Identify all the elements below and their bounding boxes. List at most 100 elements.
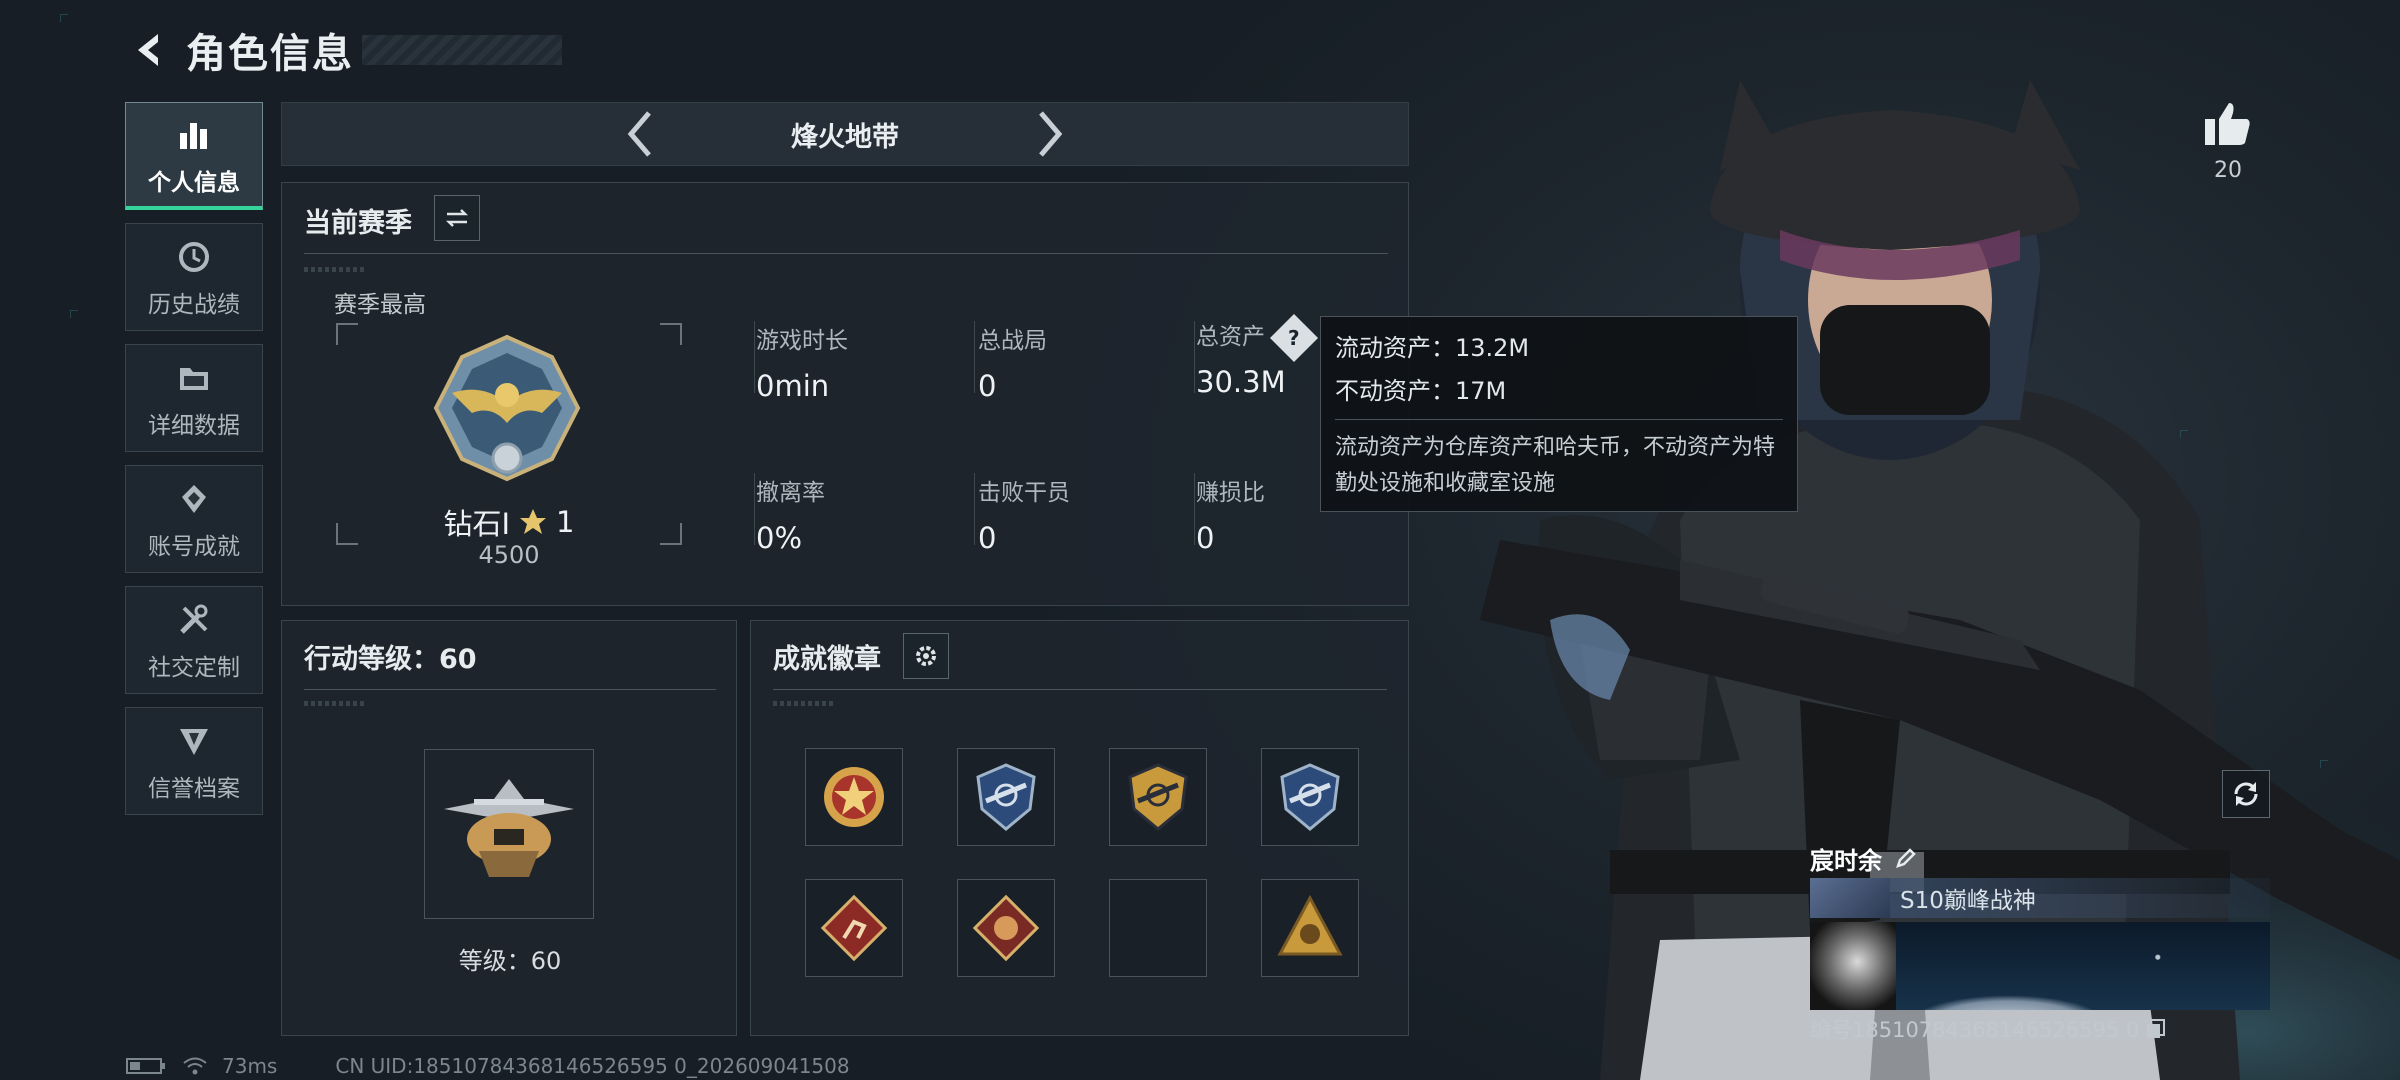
wing-shield-badge-icon [1280, 763, 1340, 831]
sidebar-item-label: 社交定制 [148, 655, 240, 681]
history-icon [172, 235, 216, 279]
copy-icon [2147, 1019, 2166, 1038]
copy-uid-button[interactable] [2145, 1018, 2167, 1040]
level-emblem-frame [424, 749, 594, 919]
stat-separator [974, 321, 975, 393]
season-panel: 当前赛季 赛季最高 钻石Ⅰ 1 4500 游戏时长 0min 总战局 0 总资产… [281, 182, 1409, 606]
panel-divider [773, 689, 1387, 690]
folder-icon [172, 356, 216, 400]
sidebar-item-achievements[interactable]: 账号成就 [125, 465, 263, 573]
stat-value: 0min [756, 369, 830, 403]
like-button[interactable] [2200, 96, 2256, 152]
status-bar: 73ms CN UID:18510784368146526595 0_20260… [126, 1054, 850, 1078]
tooltip-fixed-assets: 不动资产：17M [1335, 377, 1507, 405]
stat-value: 0% [756, 521, 803, 555]
rank-name: 钻石Ⅰ [443, 507, 511, 541]
sidebar-item-personal-info[interactable]: 个人信息 [125, 102, 263, 210]
stat-separator [1194, 473, 1195, 545]
star-icon [520, 509, 547, 534]
edit-name-button[interactable] [1894, 846, 1918, 870]
stat-value: 0 [978, 369, 997, 403]
back-button[interactable] [124, 22, 176, 78]
badges-title: 成就徽章 [773, 644, 881, 675]
achievement-icon [172, 477, 216, 521]
sidebar-item-social-custom[interactable]: 社交定制 [125, 586, 263, 694]
level-label: 等级：60 [458, 947, 562, 975]
player-uid: 编号18510784368146526595 0 [1810, 1018, 2140, 1042]
question-icon: ? [1288, 325, 1300, 350]
stat-label: 撤离率 [756, 480, 825, 506]
player-name-row: 宸时余 [1810, 838, 2270, 878]
badge-slot[interactable] [957, 879, 1055, 977]
gold-shield-badge-icon [1128, 763, 1188, 831]
pencil-icon [1896, 848, 1916, 868]
badge-slot[interactable] [957, 748, 1055, 846]
wifi-icon [183, 1057, 207, 1075]
star-medal-icon [824, 767, 884, 827]
stat-separator [754, 473, 755, 545]
panel-divider [304, 253, 1388, 254]
sidebar-item-label: 账号成就 [148, 534, 240, 560]
assets-tooltip: 流动资产：13.2M 不动资产：17M 流动资产为仓库资产和哈夫币，不动资产为特… [1320, 316, 1798, 512]
thumbs-up-icon [2205, 103, 2250, 145]
assets-help-button[interactable]: ? [1269, 313, 1319, 362]
badge-settings-button[interactable] [903, 633, 949, 679]
refresh-button[interactable] [2222, 770, 2270, 818]
panel-divider [304, 689, 716, 690]
stat-label: 游戏时长 [756, 328, 848, 354]
ping-value: 73ms [222, 1054, 278, 1078]
avatar[interactable] [1810, 922, 1896, 1010]
tools-icon [172, 598, 216, 642]
stat-play-time: 游戏时长 0min [756, 321, 848, 403]
tooltip-description: 流动资产为仓库资产和哈夫币，不动资产为特勤处设施和收藏室设施 [1335, 435, 1776, 496]
stat-value: 0 [978, 521, 997, 555]
grid-mark [70, 310, 78, 318]
gear-icon [916, 646, 936, 666]
next-mode-button[interactable] [1020, 104, 1080, 164]
sidebar-item-history[interactable]: 历史战绩 [125, 223, 263, 331]
chevron-right-icon [1039, 111, 1063, 157]
panel-decoration [773, 701, 833, 706]
page-title: 角色信息 [186, 31, 354, 77]
player-banner [1810, 922, 2270, 1010]
switch-season-button[interactable] [434, 195, 480, 241]
badge-slot-empty[interactable] [1109, 879, 1207, 977]
player-title-row: S10巅峰战神 [1810, 878, 2270, 918]
season-title: 当前赛季 [304, 208, 412, 239]
dragon-badge-icon [972, 894, 1040, 962]
badge-slot[interactable] [1261, 748, 1359, 846]
badge-slot[interactable] [1261, 879, 1359, 977]
sidebar-item-label: 个人信息 [148, 169, 240, 196]
stat-value: 0 [1196, 521, 1215, 555]
stat-label: 击败干员 [978, 480, 1070, 506]
rank-stars: 1 [556, 505, 575, 539]
stat-extraction-rate: 撤离率 0% [756, 473, 825, 555]
runner-badge-icon [820, 894, 888, 962]
wing-shield-badge-icon [976, 763, 1036, 831]
sidebar-item-credit-record[interactable]: 信誉档案 [125, 707, 263, 815]
stat-separator [754, 321, 755, 393]
badge-slot[interactable] [805, 748, 903, 846]
stat-total-assets: 总资产? 30.3M [1196, 313, 1319, 399]
action-level-panel: 行动等级：60 等级：60 [281, 620, 737, 1036]
player-name: 宸时余 [1810, 846, 1882, 875]
bar-chart-icon [172, 113, 216, 157]
action-level-title: 行动等级：60 [304, 644, 477, 675]
stat-operators-defeated: 击败干员 0 [978, 473, 1070, 555]
badge-slot[interactable] [1109, 748, 1207, 846]
rank-score: 4500 [478, 541, 540, 569]
stat-total-matches: 总战局 0 [978, 321, 1047, 403]
footer-uid: CN UID:18510784368146526595 0_2026090415… [335, 1054, 850, 1078]
panel-decoration [304, 701, 364, 706]
sidebar-item-label: 历史战绩 [148, 292, 240, 318]
title-decoration [362, 35, 562, 65]
badge-slot[interactable] [805, 879, 903, 977]
achievement-badges-panel: 成就徽章 [750, 620, 1409, 1036]
mode-title: 烽火地带 [791, 121, 899, 153]
back-arrow-icon [138, 34, 158, 66]
sidebar-item-detailed-data[interactable]: 详细数据 [125, 344, 263, 452]
prev-mode-button[interactable] [610, 104, 670, 164]
stat-label: 总战局 [978, 328, 1047, 354]
helicopter-emblem-icon [444, 779, 574, 877]
player-title: S10巅峰战神 [1900, 888, 2036, 914]
